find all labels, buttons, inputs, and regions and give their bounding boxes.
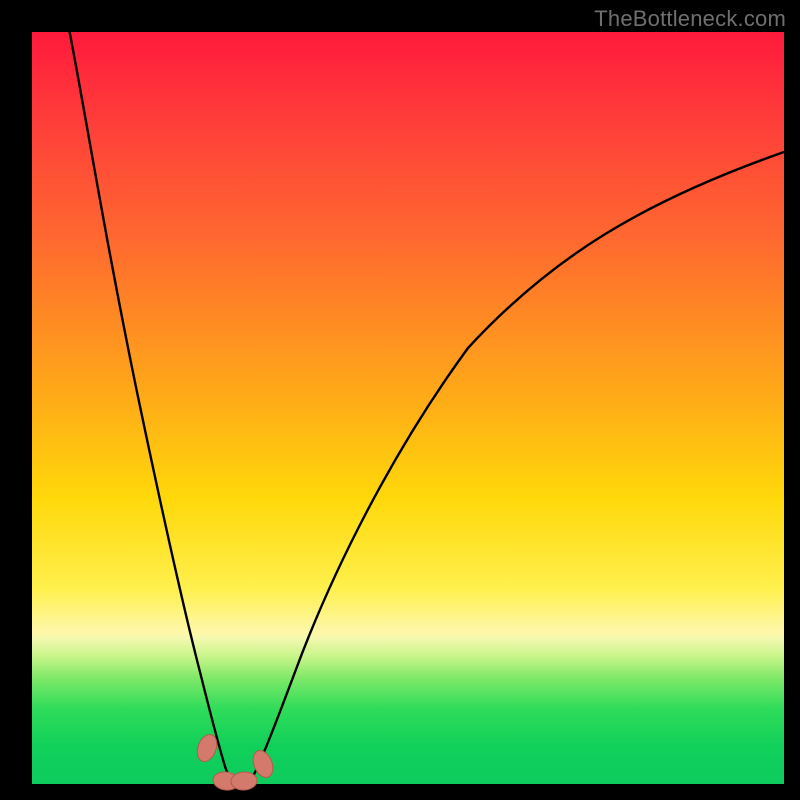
outer-frame: TheBottleneck.com (0, 0, 800, 800)
curve-layer (32, 32, 784, 784)
curve-right-arm (250, 152, 784, 782)
beads-group (194, 732, 277, 792)
watermark-text: TheBottleneck.com (594, 6, 786, 32)
curve-left-arm (70, 32, 231, 782)
plot-area (32, 32, 784, 784)
bead-3 (230, 771, 257, 791)
